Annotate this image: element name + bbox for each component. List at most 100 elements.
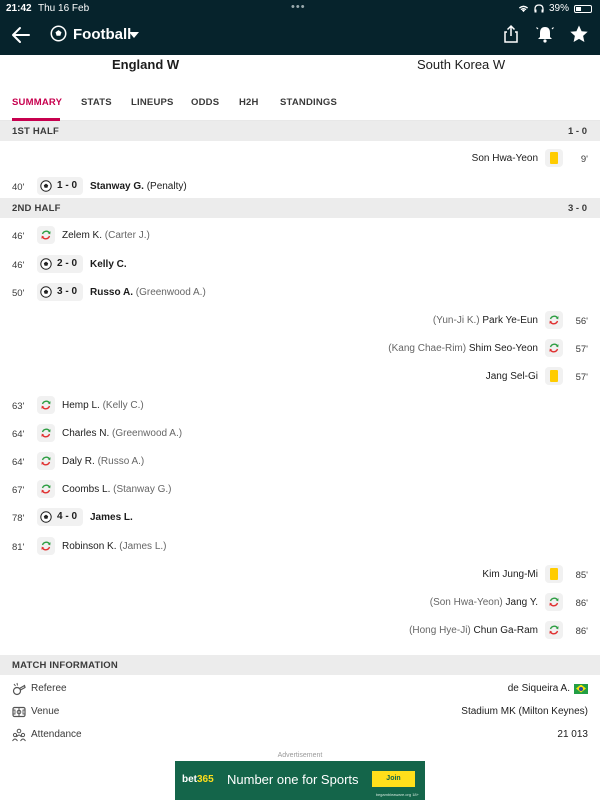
tab-stats[interactable]: STATS bbox=[81, 97, 112, 108]
substitution-icon bbox=[545, 339, 563, 358]
event-detail: (Greenwood A.) bbox=[135, 286, 206, 298]
substitution-icon bbox=[545, 621, 563, 640]
player-name[interactable]: Park Ye-Eun bbox=[482, 315, 538, 326]
event-player: James L. bbox=[90, 512, 133, 523]
event-row[interactable]: 86' (Hong Hye-Ji) Chun Ga-Ram bbox=[0, 617, 600, 645]
event-row[interactable]: 86' (Son Hwa-Yeon) Jang Y. bbox=[0, 589, 600, 617]
substitution-icon bbox=[37, 536, 55, 555]
event-player: Charles N. (Greenwood A.) bbox=[62, 428, 182, 439]
player-name[interactable]: Daly R. bbox=[62, 456, 95, 467]
top-bar: 21:42 Thu 16 Feb ••• 39% Football bbox=[0, 0, 600, 55]
event-player: (Kang Chae-Rim) Shim Seo-Yeon bbox=[388, 343, 538, 354]
player-name[interactable]: Jang Sel-Gi bbox=[486, 371, 538, 382]
ad-join-button[interactable]: Join bbox=[372, 771, 415, 787]
player-name[interactable]: Kim Jung-Mi bbox=[482, 569, 538, 580]
teams-header: England W South Korea W bbox=[0, 55, 600, 77]
battery-percent: 39% bbox=[548, 3, 569, 14]
referee-name: de Siqueira A. bbox=[507, 683, 570, 694]
substitution-icon bbox=[545, 311, 563, 329]
sport-selector[interactable]: Football bbox=[73, 26, 131, 43]
event-minute: 86' bbox=[575, 626, 588, 638]
event-row[interactable]: 85' Kim Jung-Mi bbox=[0, 561, 600, 589]
event-row[interactable]: 63' Hemp L. (Kelly C.) bbox=[0, 392, 600, 420]
event-row[interactable]: 46' Zelem K. (Carter J.) bbox=[0, 222, 600, 250]
event-row[interactable]: 81' Robinson K. (James L.) bbox=[0, 533, 600, 561]
player-name[interactable]: James L. bbox=[90, 512, 133, 523]
event-minute: 64' bbox=[12, 457, 25, 468]
chevron-down-icon[interactable] bbox=[129, 32, 139, 38]
event-row[interactable]: 9' Son Hwa-Yeon bbox=[0, 145, 600, 173]
notification-bell-icon[interactable] bbox=[535, 24, 555, 44]
section-title: 2ND HALF bbox=[12, 203, 61, 215]
multitask-dots-icon[interactable]: ••• bbox=[291, 1, 306, 13]
player-name[interactable]: Hemp L. bbox=[62, 400, 100, 411]
player-name[interactable]: Son Hwa-Yeon bbox=[472, 153, 538, 164]
goal-score-badge: 1 - 0 bbox=[37, 177, 83, 196]
event-row[interactable]: 50' 3 - 0 Russo A. (Greenwood A.) bbox=[0, 279, 600, 307]
advertisement-banner[interactable]: bet365 Number one for Sports Join begamb… bbox=[175, 761, 425, 800]
event-minute: 81' bbox=[12, 541, 25, 553]
home-team-name[interactable]: England W bbox=[112, 57, 179, 72]
favorite-star-icon[interactable] bbox=[569, 24, 589, 44]
yellow-card-icon bbox=[545, 367, 563, 386]
substitution-icon bbox=[37, 226, 55, 245]
back-arrow-icon[interactable] bbox=[10, 24, 32, 46]
ad-slogan: Number one for Sports bbox=[227, 772, 359, 787]
event-row[interactable]: 64' Charles N. (Greenwood A.) bbox=[0, 420, 600, 448]
substitution-icon bbox=[545, 593, 563, 611]
player-name[interactable]: Chun Ga-Ram bbox=[474, 625, 538, 636]
2nd-half-header: 2ND HALF 3 - 0 bbox=[0, 198, 600, 219]
venue-label: Venue bbox=[31, 706, 60, 717]
tab-odds[interactable]: ODDS bbox=[191, 97, 219, 108]
event-row[interactable]: 57' (Kang Chae-Rim) Shim Seo-Yeon bbox=[0, 335, 600, 363]
nav-bar: Football bbox=[0, 18, 600, 52]
status-indicators: 39% bbox=[518, 3, 592, 14]
event-row[interactable]: 57' Jang Sel-Gi bbox=[0, 363, 600, 391]
event-detail: (Son Hwa-Yeon) bbox=[429, 597, 503, 608]
tab-h2h[interactable]: H2H bbox=[239, 97, 259, 108]
goal-score: 3 - 0 bbox=[57, 285, 78, 297]
player-name[interactable]: Shim Seo-Yeon bbox=[469, 343, 538, 354]
event-player: Robinson K. (James L.) bbox=[62, 541, 167, 552]
event-minute: 50' bbox=[12, 287, 25, 299]
event-detail: (Carter J.) bbox=[104, 230, 150, 242]
player-name[interactable]: Kelly C. bbox=[90, 259, 127, 270]
event-row[interactable]: 64' Daly R. (Russo A.) bbox=[0, 448, 600, 476]
tab-lineups[interactable]: LINEUPS bbox=[131, 97, 174, 108]
event-player: Coombs L. (Stanway G.) bbox=[62, 484, 172, 495]
away-team-name[interactable]: South Korea W bbox=[417, 57, 505, 72]
player-name[interactable]: Coombs L. bbox=[62, 484, 110, 495]
event-detail: (Kang Chae-Rim) bbox=[388, 343, 467, 355]
ad-fine-print: begambleaware.org 18+ bbox=[375, 792, 419, 797]
event-row[interactable]: 78' 4 - 0 James L. bbox=[0, 504, 600, 532]
goal-score: 2 - 0 bbox=[57, 257, 78, 269]
tab-standings[interactable]: STANDINGS bbox=[280, 97, 337, 108]
share-icon[interactable] bbox=[501, 24, 521, 44]
player-name[interactable]: Zelem K. bbox=[62, 230, 102, 241]
player-name[interactable]: Russo A. bbox=[90, 287, 133, 298]
substitution-icon bbox=[37, 452, 55, 470]
event-minute: 63' bbox=[12, 400, 25, 412]
player-name[interactable]: Stanway G. bbox=[90, 181, 144, 192]
event-player: Kelly C. bbox=[90, 259, 127, 270]
event-row[interactable]: 40' 1 - 0 Stanway G. (Penalty) bbox=[0, 173, 600, 201]
event-row[interactable]: 46' 2 - 0 Kelly C. bbox=[0, 251, 600, 279]
brazil-flag-icon bbox=[574, 683, 588, 694]
battery-icon bbox=[574, 4, 592, 13]
substitution-icon bbox=[37, 423, 55, 442]
event-detail: (Hong Hye-Ji) bbox=[409, 625, 471, 637]
event-player: Jang Sel-Gi bbox=[486, 371, 538, 382]
tab-summary[interactable]: SUMMARY bbox=[12, 97, 62, 108]
event-minute: 85' bbox=[575, 569, 588, 581]
event-minute: 78' bbox=[12, 513, 25, 525]
player-name[interactable]: Jang Y. bbox=[506, 597, 538, 608]
event-minute: 67' bbox=[12, 485, 25, 497]
match-tabs: SUMMARY STATS LINEUPS ODDS H2H STANDINGS bbox=[0, 88, 600, 121]
status-bar: 21:42 Thu 16 Feb ••• 39% bbox=[0, 0, 600, 16]
player-name[interactable]: Robinson K. bbox=[62, 541, 116, 552]
player-name[interactable]: Charles N. bbox=[62, 428, 109, 439]
event-row[interactable]: 67' Coombs L. (Stanway G.) bbox=[0, 476, 600, 504]
football-icon[interactable] bbox=[50, 25, 67, 42]
goal-score: 1 - 0 bbox=[57, 180, 78, 192]
event-row[interactable]: 56' (Yun-Ji K.) Park Ye-Eun bbox=[0, 307, 600, 335]
